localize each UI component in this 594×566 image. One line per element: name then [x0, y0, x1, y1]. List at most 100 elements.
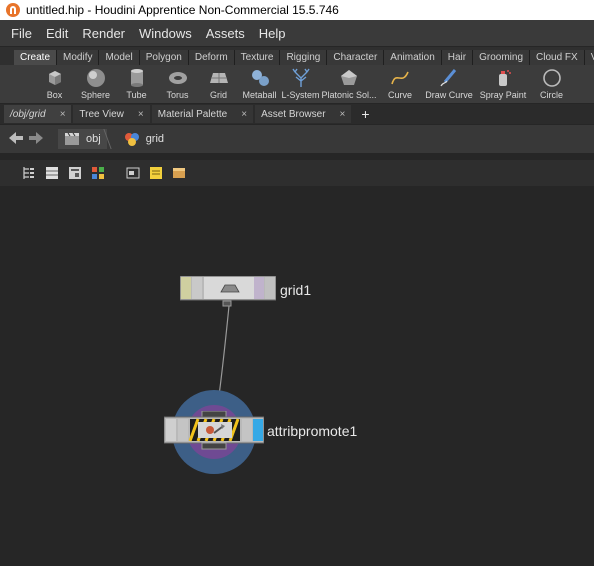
thumbnail-grid-icon[interactable] [91, 166, 105, 180]
tab-network-obj-grid[interactable]: /obj/grid × [4, 105, 72, 123]
tab-material-palette[interactable]: Material Palette × [151, 105, 254, 123]
shelf-tab-hair[interactable]: Hair [441, 50, 474, 65]
shelf-tool-label: Curve [387, 90, 412, 100]
lsystem-icon [291, 68, 311, 88]
node-name-grid1[interactable]: grid1 [280, 282, 311, 298]
network-editor-canvas[interactable]: grid1 attribpromote1 [0, 186, 594, 566]
menu-file[interactable]: File [4, 26, 39, 41]
menu-bar: File Edit Render Windows Assets Help [0, 20, 594, 46]
input-connector [201, 411, 227, 418]
back-arrow-icon[interactable] [6, 131, 26, 147]
node-name-attribpromote1[interactable]: attribpromote1 [267, 423, 357, 439]
shelf-tab-model[interactable]: Model [99, 50, 140, 65]
path-bar: obj grid [0, 125, 594, 153]
shelf-tab-animation[interactable]: Animation [384, 50, 442, 65]
close-icon[interactable]: × [241, 109, 247, 120]
network-box-icon[interactable] [126, 166, 140, 180]
shelf-tool-platonic[interactable]: Platonic Sol... [321, 65, 377, 103]
sticky-note-icon[interactable] [149, 166, 163, 180]
clapper-icon [65, 132, 79, 145]
subnet-icon[interactable] [172, 166, 186, 180]
shelf-tool-circle[interactable]: Circle [531, 65, 572, 103]
breadcrumb-obj-label: obj [86, 133, 101, 145]
close-icon[interactable]: × [340, 109, 346, 120]
shelf-tool-label: Circle [539, 90, 563, 100]
shelf-tool-label: Metaball [242, 90, 277, 100]
shelf-tab-modify[interactable]: Modify [57, 50, 100, 65]
shelf-tool-sphere[interactable]: Sphere [75, 65, 116, 103]
shelf-tab-texture[interactable]: Texture [234, 50, 281, 65]
breadcrumb: obj grid [58, 129, 170, 149]
shelf-tool-label: Spray Paint [479, 90, 527, 100]
menu-render[interactable]: Render [75, 26, 132, 41]
forward-arrow-icon[interactable] [26, 131, 46, 147]
shelf-tab-rigging[interactable]: Rigging [280, 50, 328, 65]
details-view-icon[interactable] [68, 166, 82, 180]
shelf-tool-lsystem[interactable]: L-System [280, 65, 321, 103]
network-wires [172, 305, 256, 474]
sphere-icon [86, 68, 106, 88]
platonic-icon [339, 68, 359, 88]
node-grid1[interactable] [180, 276, 276, 310]
shelf-tool-label: Grid [209, 90, 227, 100]
grid-icon [209, 68, 229, 88]
tab-tree-view[interactable]: Tree View × [73, 105, 150, 123]
shelf-tool-label: Platonic Sol... [321, 90, 377, 100]
box-icon [45, 68, 65, 88]
title-bar: untitled.hip - Houdini Apprentice Non-Co… [0, 0, 594, 20]
tab-label: /obj/grid [10, 108, 46, 120]
display-flag [253, 419, 263, 441]
torus-icon [168, 68, 188, 88]
shelf-tool-grid[interactable]: Grid [198, 65, 239, 103]
shelf-tool-metaball[interactable]: Metaball [239, 65, 280, 103]
shelf-tab-create[interactable]: Create [14, 50, 58, 65]
close-icon[interactable]: × [60, 109, 66, 120]
shelf-tool-spray-paint[interactable]: Spray Paint [475, 65, 531, 103]
metaball-icon [250, 68, 270, 88]
shelf-tab-polygon[interactable]: Polygon [139, 50, 189, 65]
menu-windows[interactable]: Windows [132, 26, 199, 41]
shelf-tab-grooming[interactable]: Grooming [473, 50, 530, 65]
shelf-tool-label: L-System [281, 90, 320, 100]
shelf-tab-bar: Create Modify Model Polygon Deform Textu… [0, 47, 594, 65]
tree-layout-icon[interactable] [22, 166, 36, 180]
node-attribpromote1[interactable] [164, 411, 264, 451]
geometry-object-icon [124, 133, 139, 146]
shelf-tool-label: Torus [166, 90, 189, 100]
menu-help[interactable]: Help [252, 26, 293, 41]
menu-edit[interactable]: Edit [39, 26, 75, 41]
circle-icon [542, 68, 562, 88]
spray-paint-icon [493, 68, 513, 88]
list-view-icon[interactable] [45, 166, 59, 180]
shelf-tab-character[interactable]: Character [327, 50, 385, 65]
curve-icon [390, 68, 410, 88]
shelf-tab-cloud-fx[interactable]: Cloud FX [530, 50, 585, 65]
shelf-tool-curve[interactable]: Curve [377, 65, 423, 103]
shelf-tool-box[interactable]: Box [34, 65, 75, 103]
close-icon[interactable]: × [138, 109, 144, 120]
shelf-tool-torus[interactable]: Torus [157, 65, 198, 103]
window-title: untitled.hip - Houdini Apprentice Non-Co… [26, 3, 339, 17]
add-tab-button[interactable]: + [353, 106, 377, 122]
shelf-tab-volume[interactable]: Vo [584, 50, 594, 65]
output-connector [201, 442, 227, 450]
breadcrumb-obj[interactable]: obj [58, 129, 107, 149]
shelf-toolbar: Box Sphere Tube Torus Grid Metaball L-Sy… [0, 65, 594, 103]
shelf-tool-tube[interactable]: Tube [116, 65, 157, 103]
tab-label: Tree View [79, 108, 124, 120]
shelf-tool-label: Sphere [80, 90, 111, 100]
tab-asset-browser[interactable]: Asset Browser × [255, 105, 352, 123]
tab-label: Asset Browser [261, 108, 326, 120]
tab-label: Material Palette [157, 108, 228, 120]
pane-tab-bar: /obj/grid × Tree View × Material Palette… [0, 104, 594, 124]
menu-assets[interactable]: Assets [199, 26, 252, 41]
output-connector [222, 300, 232, 307]
breadcrumb-grid-label: grid [145, 133, 165, 145]
draw-curve-icon [439, 68, 459, 88]
shelf-tool-label: Box [46, 90, 63, 100]
breadcrumb-grid[interactable]: grid [118, 129, 170, 149]
shelf-tab-deform[interactable]: Deform [188, 50, 235, 65]
shelf-tool-label: Draw Curve [425, 90, 473, 100]
houdini-logo-icon [6, 3, 20, 17]
shelf-tool-draw-curve[interactable]: Draw Curve [423, 65, 475, 103]
